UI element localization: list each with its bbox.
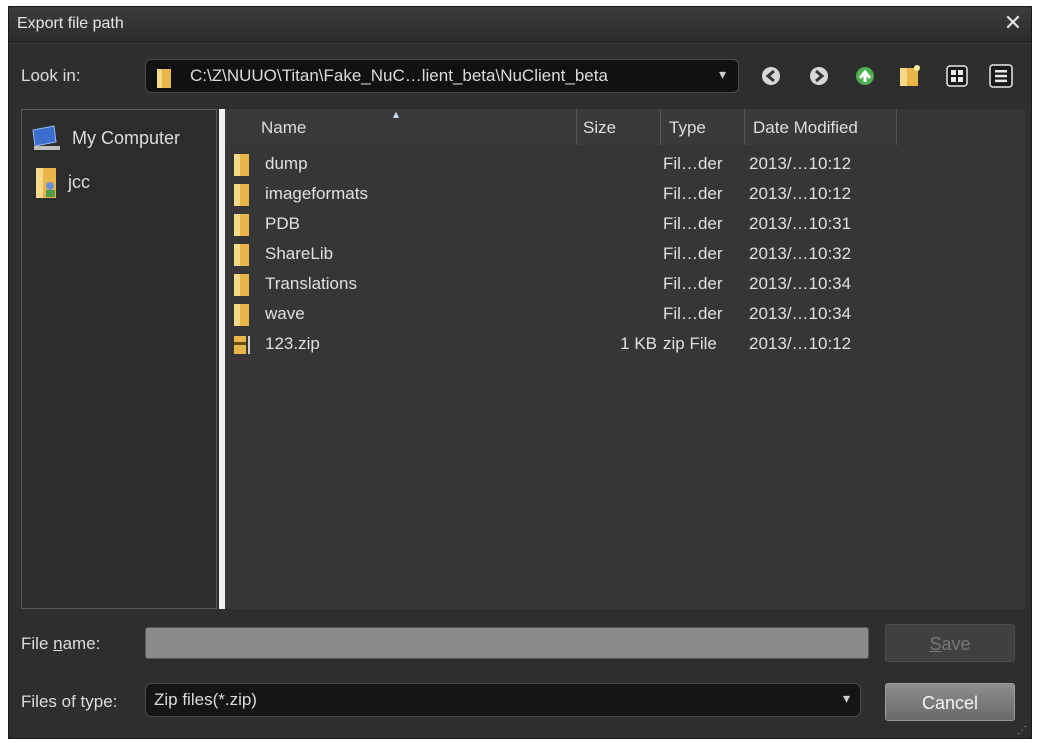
file-name-label-part: File [21, 634, 54, 653]
file-date: 2013/…10:31 [749, 214, 852, 233]
file-name: 123.zip [265, 334, 320, 353]
file-type: Fil…der [663, 244, 723, 263]
resize-grip-icon[interactable]: ⋰ [1017, 725, 1027, 736]
file-type: Fil…der [663, 184, 723, 203]
look-in-combo[interactable]: C:\Z\NUUO\Titan\Fake_NuC…lient_beta\NuCl… [145, 59, 739, 93]
places-sidebar: My Computer jcc [21, 109, 217, 609]
sidebar-item-label: jcc [68, 172, 90, 192]
file-date: 2013/…10:34 [749, 274, 852, 293]
file-name: dump [265, 154, 308, 173]
file-type-select[interactable]: Zip files(*.zip) ▾ [145, 683, 861, 717]
table-row[interactable]: imageformats Fil…der 2013/…10:12 [225, 179, 925, 209]
folder-icon [231, 153, 253, 182]
file-type-label: Files of type: [21, 692, 118, 711]
column-size-label: Size [583, 118, 617, 137]
close-icon[interactable]: ✕ [1001, 11, 1025, 35]
column-type[interactable]: Type [661, 109, 745, 145]
file-type: Fil…der [663, 214, 723, 233]
look-in-label: Look in: [21, 66, 81, 85]
file-type: Fil…der [663, 304, 723, 323]
file-name: ShareLib [265, 244, 334, 263]
save-mnemonic: S [929, 634, 942, 654]
file-name-label-part: ame: [62, 634, 101, 653]
sidebar-item-jcc[interactable]: jcc [30, 166, 130, 198]
column-header: Name ▴ Size Type Date Modified [225, 107, 897, 145]
save-label: ave [941, 634, 971, 654]
folder-icon [231, 243, 253, 272]
file-date: 2013/…10:12 [749, 334, 852, 353]
column-date-modified[interactable]: Date Modified [745, 109, 897, 145]
table-row[interactable]: dump Fil…der 2013/…10:12 [225, 149, 925, 179]
look-in-path: C:\Z\NUUO\Titan\Fake_NuC…lient_beta\NuCl… [190, 66, 608, 85]
new-folder-icon[interactable] [895, 62, 923, 90]
file-list: Name ▴ Size Type Date Modified dump Fil…… [219, 107, 1025, 609]
column-name-label: Name [261, 118, 307, 137]
title-bar: Export file path ✕ [9, 7, 1031, 42]
save-button[interactable]: Save [885, 624, 1015, 662]
file-name: wave [265, 304, 305, 323]
folder-icon [154, 67, 176, 94]
file-date: 2013/…10:34 [749, 304, 852, 323]
sidebar-item-my-computer[interactable]: My Computer [30, 122, 210, 154]
file-name-label-mnemonic: n [53, 634, 63, 653]
file-name-input[interactable] [145, 627, 869, 659]
file-date: 2013/…10:32 [749, 244, 852, 263]
folder-icon [231, 303, 253, 332]
cancel-button[interactable]: Cancel [885, 683, 1015, 721]
table-row[interactable]: wave Fil…der 2013/…10:34 [225, 299, 925, 329]
back-icon[interactable] [757, 62, 785, 90]
zip-file-icon [231, 333, 255, 362]
table-row[interactable]: ShareLib Fil…der 2013/…10:32 [225, 239, 925, 269]
file-name: PDB [265, 214, 300, 233]
chevron-down-icon[interactable]: ▾ [719, 66, 726, 83]
list-view-icon[interactable] [943, 62, 971, 90]
file-name-label: File name: [21, 634, 100, 654]
computer-icon [30, 124, 64, 157]
file-type: Fil…der [663, 274, 723, 293]
file-date: 2013/…10:12 [749, 184, 852, 203]
chevron-down-icon[interactable]: ▾ [843, 690, 850, 707]
folder-icon [231, 273, 253, 302]
column-type-label: Type [669, 118, 706, 137]
file-size: 1 KB [620, 334, 657, 353]
detail-view-icon[interactable] [987, 62, 1015, 90]
up-folder-icon[interactable] [851, 62, 879, 90]
table-row[interactable]: Translations Fil…der 2013/…10:34 [225, 269, 925, 299]
window-title: Export file path [17, 15, 124, 32]
file-name: Translations [265, 274, 357, 293]
sort-ascending-icon: ▴ [393, 107, 400, 121]
file-date: 2013/…10:12 [749, 154, 852, 173]
table-row[interactable]: 123.zip 1 KB zip File 2013/…10:12 [225, 329, 925, 359]
forward-icon[interactable] [805, 62, 833, 90]
folder-icon [231, 183, 253, 212]
user-folder-icon [34, 166, 62, 205]
table-row[interactable]: PDB Fil…der 2013/…10:31 [225, 209, 925, 239]
column-name[interactable]: Name ▴ [225, 107, 577, 145]
folder-icon [231, 213, 253, 242]
file-name: imageformats [265, 184, 368, 203]
file-type: Fil…der [663, 154, 723, 173]
file-type-value: Zip files(*.zip) [154, 690, 257, 709]
column-date-label: Date Modified [753, 118, 858, 137]
export-dialog: Export file path ✕ Look in: C:\Z\NUUO\Ti… [8, 6, 1032, 739]
column-size[interactable]: Size [577, 109, 661, 145]
file-type: zip File [663, 334, 717, 353]
sidebar-item-label: My Computer [72, 128, 181, 148]
